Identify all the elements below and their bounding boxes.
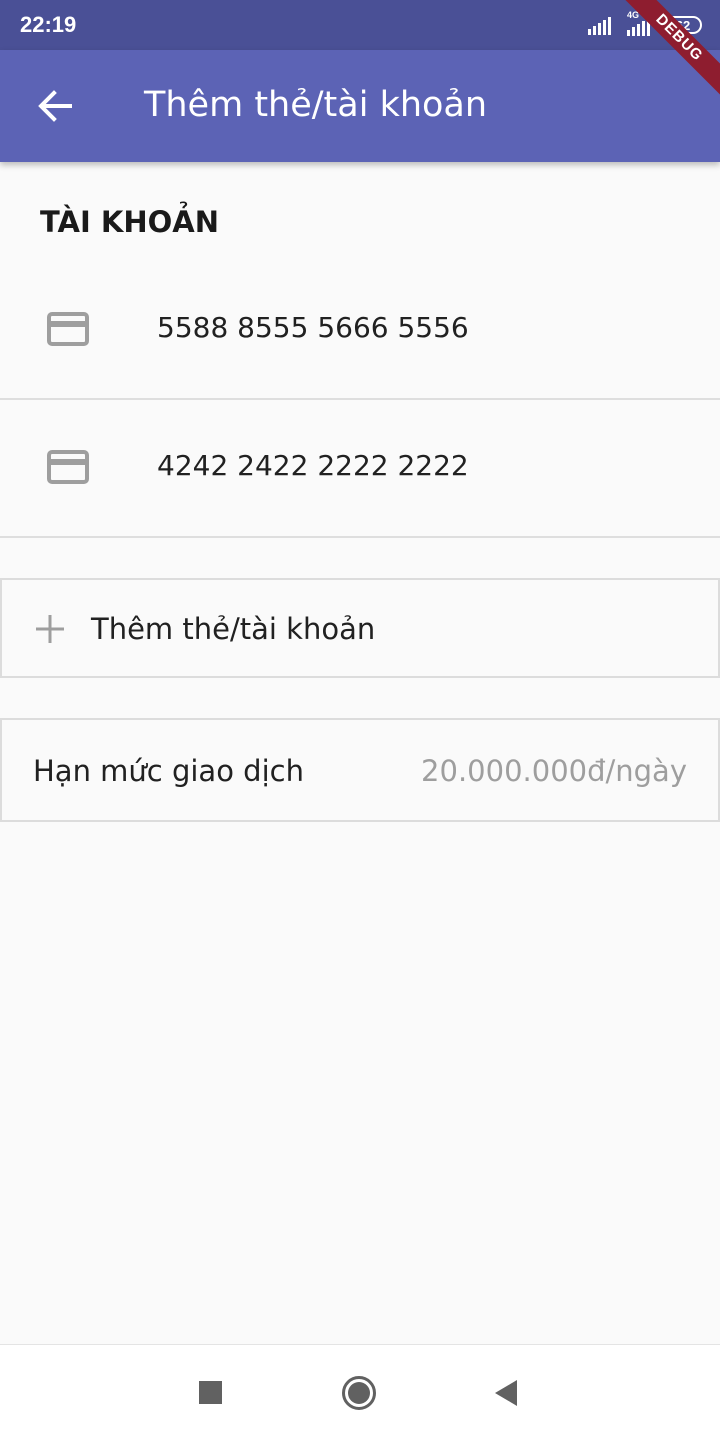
add-account-label: Thêm thẻ/tài khoản xyxy=(91,612,376,646)
add-account-button[interactable]: Thêm thẻ/tài khoản xyxy=(0,578,720,678)
account-list-item[interactable]: 4242 2422 2222 2222 xyxy=(0,401,720,538)
system-nav-bar xyxy=(0,1344,720,1441)
back-button[interactable] xyxy=(30,81,80,131)
transaction-limit-row[interactable]: Hạn mức giao dịch 20.000.000đ/ngày xyxy=(0,718,720,822)
debug-banner: DEBUG xyxy=(610,0,720,110)
accounts-section-title: TÀI KHOẢN xyxy=(40,205,219,239)
credit-card-icon xyxy=(47,312,89,346)
transaction-limit-value: 20.000.000đ/ngày xyxy=(421,754,687,788)
page-title: Thêm thẻ/tài khoản xyxy=(144,85,488,125)
status-time: 22:19 xyxy=(20,12,77,37)
account-number: 5588 8555 5666 5556 xyxy=(157,311,469,344)
credit-card-icon xyxy=(47,450,89,484)
home-circle-icon[interactable] xyxy=(341,1375,377,1411)
plus-icon xyxy=(36,615,64,643)
arrow-back-icon xyxy=(38,90,72,122)
debug-banner-label: DEBUG xyxy=(618,0,720,99)
back-triangle-icon[interactable] xyxy=(494,1379,518,1407)
account-number: 4242 2422 2222 2222 xyxy=(157,449,469,482)
transaction-limit-label: Hạn mức giao dịch xyxy=(33,754,304,788)
account-list-item[interactable]: 5588 8555 5666 5556 xyxy=(0,263,720,400)
recents-square-icon[interactable] xyxy=(199,1381,222,1404)
